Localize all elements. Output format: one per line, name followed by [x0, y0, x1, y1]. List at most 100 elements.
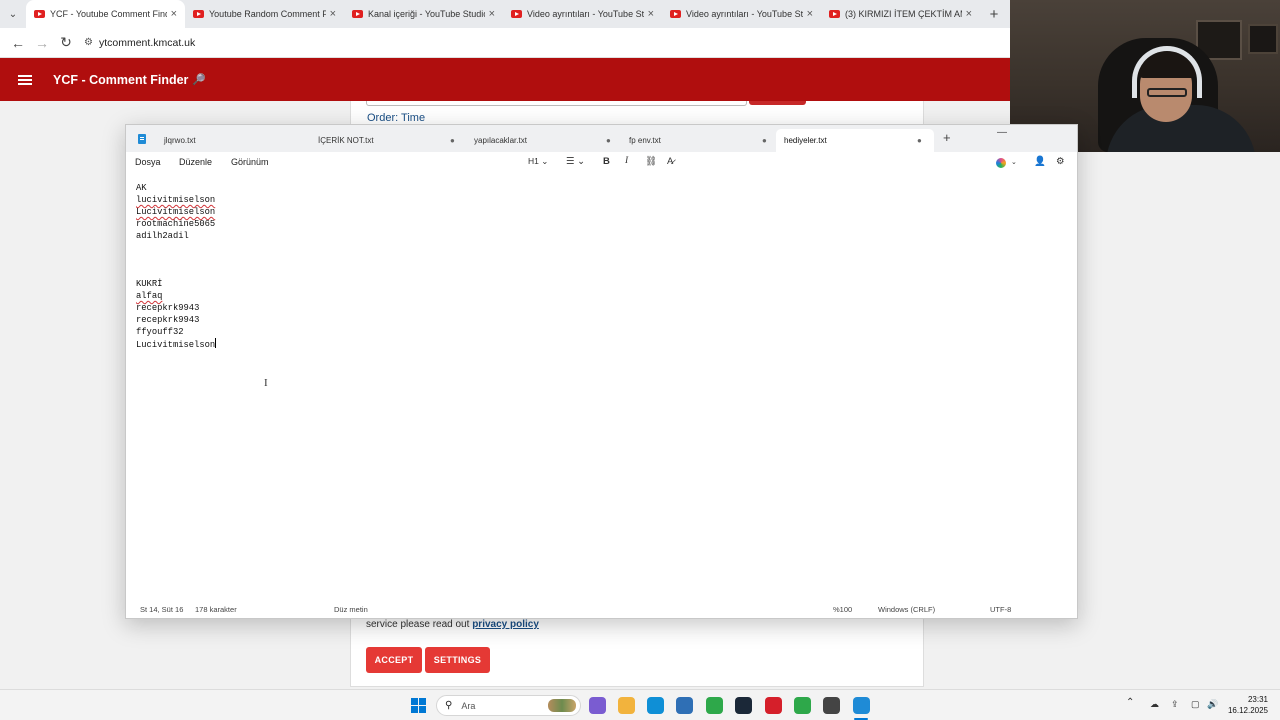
chrome-1-taskbar-icon[interactable]: [706, 697, 723, 714]
close-tab-icon[interactable]: ×: [966, 8, 972, 20]
settings-gear-icon[interactable]: ⚙: [1056, 156, 1065, 167]
browser-tab-video-details-1[interactable]: Video ayrıntıları - YouTube Studio ×: [503, 0, 662, 28]
browser-tabstrip: ⌄ YCF - Youtube Comment Finder × Youtube…: [0, 0, 1010, 28]
store-taskbar-icon[interactable]: [676, 697, 693, 714]
new-tab-button[interactable]: +: [980, 0, 1008, 28]
clear-formatting-icon[interactable]: A̷: [667, 156, 673, 167]
link-icon[interactable]: ⛓: [645, 156, 657, 167]
notepad-tab-fp-env[interactable]: fp env.txt ●: [621, 129, 771, 152]
notepad-tab-jlqrwo[interactable]: jlqrwo.txt: [156, 129, 306, 152]
clock-date[interactable]: 16.12.2025: [1222, 706, 1268, 715]
menu-edit[interactable]: Düzenle: [179, 157, 212, 167]
notepad-tab-label: İÇERİK NOT.txt: [318, 136, 374, 145]
account-icon[interactable]: 👤: [1034, 156, 1046, 167]
menu-view[interactable]: Görünüm: [231, 157, 269, 167]
ibeam-cursor-icon: I: [264, 377, 268, 389]
privacy-policy-link[interactable]: privacy policy: [472, 619, 539, 630]
notepad-new-tab-icon[interactable]: +: [943, 130, 951, 145]
text-line: Lucivitmiselson: [136, 206, 1056, 218]
accept-button[interactable]: ACCEPT: [366, 647, 422, 673]
reload-icon[interactable]: ↻: [54, 31, 78, 55]
minimize-icon[interactable]: —: [997, 127, 1007, 138]
youtube-favicon-icon: [511, 10, 522, 18]
display-icon[interactable]: ▢: [1191, 699, 1200, 710]
browser-tab-label: Video ayrıntıları - YouTube Studio: [686, 9, 803, 19]
zoom-level[interactable]: %100: [833, 605, 852, 614]
close-tab-icon[interactable]: ×: [648, 8, 654, 20]
notepad-statusbar: St 14, Süt 16 178 karakter Düz metin %10…: [126, 599, 1077, 619]
edge-taskbar-icon[interactable]: [647, 697, 664, 714]
browser-tab-label: Kanal içeriği - YouTube Studio: [368, 9, 485, 19]
text-line-content: Lucivitmiselson: [136, 340, 216, 350]
tab-search-dropdown-icon[interactable]: ⌄: [0, 0, 26, 28]
text-line-content: ffyouff32: [136, 327, 184, 337]
text-line-content: AK: [136, 183, 147, 193]
file-explorer-taskbar-icon[interactable]: [618, 697, 635, 714]
copilot-dropdown-icon[interactable]: ⌄: [1011, 158, 1017, 166]
forward-icon[interactable]: →: [30, 31, 54, 55]
windows-start-icon[interactable]: [411, 698, 426, 713]
notepad-tab-icerik-not[interactable]: İÇERİK NOT.txt ●: [310, 129, 460, 152]
text-line: recepkrk9943: [136, 302, 1056, 314]
text-line: KUKRİ: [136, 278, 1056, 290]
menu-file[interactable]: Dosya: [135, 157, 161, 167]
text-line: [136, 266, 1056, 278]
browser-tab-channel-content[interactable]: Kanal içeriği - YouTube Studio ×: [344, 0, 503, 28]
url-text[interactable]: ytcomment.kmcat.uk: [99, 37, 195, 49]
copilot-icon[interactable]: [996, 158, 1006, 168]
taskbar-search-input[interactable]: ⚲ Ara: [436, 695, 581, 716]
bold-icon[interactable]: B: [603, 156, 610, 167]
notepad-tab-yapilacaklar[interactable]: yapılacaklar.txt ●: [466, 129, 616, 152]
clock-time[interactable]: 23:31: [1228, 695, 1268, 704]
youtube-favicon-icon: [193, 10, 204, 18]
cursor-position: St 14, Süt 16: [140, 605, 184, 614]
opera-taskbar-icon[interactable]: [765, 697, 782, 714]
site-info-icon[interactable]: ⚙: [84, 37, 93, 48]
encoding[interactable]: UTF-8: [990, 605, 1011, 614]
search-button[interactable]: [749, 101, 806, 105]
unsaved-dot-icon[interactable]: ●: [917, 136, 922, 145]
close-tab-icon[interactable]: ×: [330, 8, 336, 20]
close-tab-icon[interactable]: ×: [807, 8, 813, 20]
tray-overflow-icon[interactable]: ⌃: [1126, 697, 1134, 708]
list-dropdown-icon[interactable]: ☰ ⌄: [566, 156, 585, 167]
browser-tab-random-comment-picker[interactable]: Youtube Random Comment Picker ×: [185, 0, 344, 28]
notepad-text-area[interactable]: AK lucivitmiselson Lucivitmiselson rootmach…: [136, 182, 1056, 350]
notepad-tab-hediyeler[interactable]: hediyeler.txt ●: [776, 129, 934, 152]
chrome-2-taskbar-icon[interactable]: [794, 697, 811, 714]
back-icon[interactable]: ←: [6, 31, 30, 55]
text-line-content: rootmachine5065: [136, 219, 216, 229]
close-tab-icon[interactable]: ×: [489, 8, 495, 20]
url-field[interactable]: ⚙ ytcomment.kmcat.uk: [84, 31, 195, 55]
order-label[interactable]: Order: Time: [367, 112, 425, 124]
text-line: ffyouff32: [136, 326, 1056, 338]
youtube-favicon-icon: [829, 10, 840, 18]
notepad-window: jlqrwo.txt İÇERİK NOT.txt ● yapılacaklar…: [125, 124, 1078, 619]
tool-taskbar-icon[interactable]: [823, 697, 840, 714]
text-line: alfaq: [136, 290, 1056, 302]
char-count: 178 karakter: [195, 605, 237, 614]
notepad-taskbar-icon[interactable]: [853, 697, 870, 714]
steam-taskbar-icon[interactable]: [735, 697, 752, 714]
unsaved-dot-icon[interactable]: ●: [450, 136, 455, 145]
copilot-taskbar-icon[interactable]: [589, 697, 606, 714]
close-tab-icon[interactable]: ×: [171, 8, 177, 20]
glasses: [1147, 88, 1187, 97]
text-format[interactable]: Düz metin: [334, 605, 368, 614]
network-icon[interactable]: ⇪: [1171, 699, 1179, 710]
browser-tab-kirmizi-item[interactable]: (3) KIRMIZI İTEM ÇEKTİM AMA ×: [821, 0, 980, 28]
italic-icon[interactable]: I: [625, 156, 628, 166]
heading-dropdown-icon[interactable]: H1 ⌄: [528, 156, 548, 167]
browser-tab-video-details-2[interactable]: Video ayrıntıları - YouTube Studio ×: [662, 0, 821, 28]
onedrive-icon[interactable]: ☁: [1150, 699, 1159, 710]
browser-tab-ycf[interactable]: YCF - Youtube Comment Finder ×: [26, 0, 185, 28]
text-line-content: recepkrk9943: [136, 303, 200, 313]
volume-icon[interactable]: 🔊: [1207, 699, 1218, 710]
hamburger-menu-icon[interactable]: [18, 74, 32, 85]
unsaved-dot-icon[interactable]: ●: [762, 136, 767, 145]
line-ending[interactable]: Windows (CRLF): [878, 605, 935, 614]
unsaved-dot-icon[interactable]: ●: [606, 136, 611, 145]
settings-button[interactable]: SETTINGS: [425, 647, 490, 673]
magnifier-icon: 🔎: [192, 74, 207, 86]
video-url-input[interactable]: [366, 101, 747, 106]
